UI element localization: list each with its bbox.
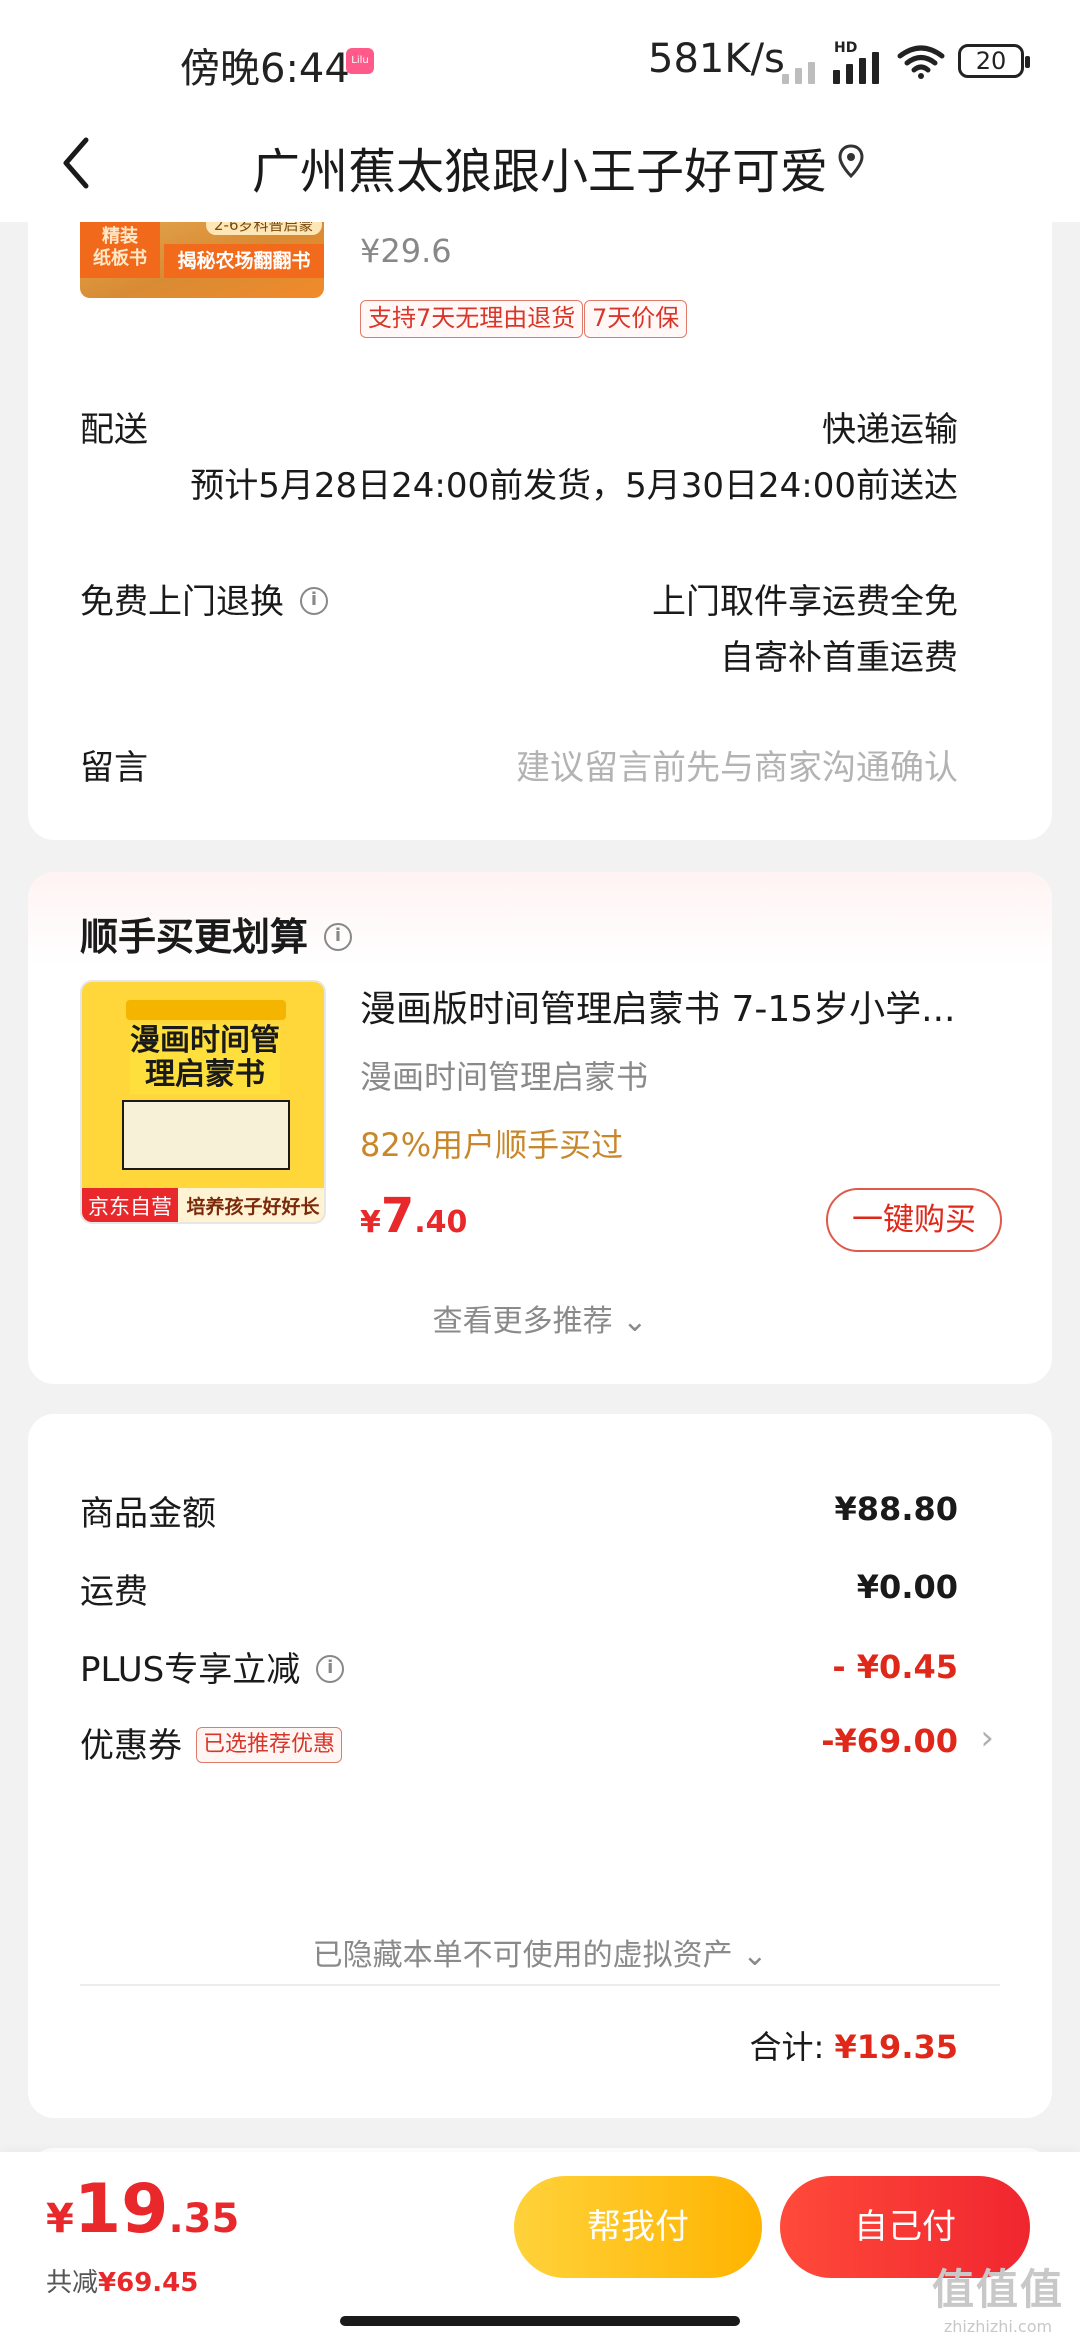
total-saved: 共减¥69.45 — [46, 2262, 198, 2299]
book-cover-illustration — [122, 1100, 290, 1170]
battery-level: 20 — [975, 47, 1007, 75]
delivery-method[interactable]: 快递运输 — [822, 402, 958, 451]
checkout-bar: ¥19.35 共减¥69.45 帮我付 自己付 — [0, 2152, 1080, 2340]
free-return-line1: 上门取件享运费全免 — [652, 582, 958, 622]
book-cover-band — [126, 1000, 286, 1020]
status-bar: 傍晚6:44 Lilu 581K/s HD 20 — [0, 0, 1080, 125]
delivery-estimate: 预计5月28日24:00前发货，5月30日24:00前送达 — [190, 466, 958, 506]
order-details-card: 精装 纸板书 2-6岁科普启蒙 揭秘农场翻翻书 ¥29.6 支持7天无理由退货 … — [28, 222, 1052, 840]
final-price-integer: 19 — [73, 2170, 169, 2249]
price-decimal: .40 — [414, 1205, 468, 1240]
final-price: ¥19.35 — [46, 2170, 239, 2249]
product-thumbnail[interactable]: 精装 纸板书 2-6岁科普启蒙 揭秘农场翻翻书 — [80, 222, 324, 298]
location-pin-icon[interactable] — [836, 142, 866, 182]
goods-amount-value: ¥88.80 — [834, 1490, 958, 1528]
recommend-product-image[interactable]: 漫画时间管理启蒙书 京东自营 培养孩子好好长大 — [80, 980, 326, 1224]
coupon-selected-tag: 已选推荐优惠 — [196, 1726, 343, 1763]
slogan-badge: 培养孩子好好长大 — [178, 1188, 324, 1222]
total-value: ¥19.35 — [834, 2028, 958, 2066]
info-icon[interactable]: i — [324, 922, 353, 951]
nav-bar: 广州蕉太狼跟小王子好可爱 — [0, 110, 1080, 222]
recommend-price: ¥7.40 — [360, 1188, 467, 1244]
recommend-title: 顺手买更划算 i — [80, 906, 353, 961]
return-policy-tag: 支持7天无理由退货 — [360, 300, 584, 338]
help-me-pay-button[interactable]: 帮我付 — [514, 2176, 762, 2278]
wifi-icon — [897, 45, 945, 79]
total-line: 合计: ¥19.35 — [750, 2022, 958, 2068]
recommend-product-subtitle: 漫画时间管理启蒙书 — [360, 1058, 649, 1096]
status-time: 傍晚6:44 — [180, 46, 350, 92]
watermark-site: zhizhizhi.com — [943, 2317, 1053, 2336]
total-label: 合计: — [749, 2028, 825, 2066]
product-price: ¥29.6 — [360, 232, 452, 270]
home-indicator[interactable] — [340, 2316, 740, 2326]
plus-discount-value: - ¥0.45 — [832, 1648, 958, 1686]
divider — [80, 1984, 1000, 1986]
thumb-title: 揭秘农场翻翻书 — [164, 244, 324, 278]
goods-amount-label: 商品金额 — [80, 1494, 216, 1534]
watermark-logo: 值值值 zhizhizhi.com — [932, 2256, 1064, 2336]
info-icon[interactable]: i — [316, 1654, 345, 1683]
final-price-currency: ¥ — [46, 2196, 74, 2242]
message-label: 留言 — [80, 748, 148, 788]
thumb-badge: 精装 纸板书 — [80, 222, 160, 278]
coupon-value[interactable]: -¥69.00 — [821, 1722, 958, 1760]
final-price-decimal: .35 — [168, 2196, 240, 2242]
plus-discount-row: PLUS专享立减 i — [80, 1642, 345, 1691]
free-return-line2: 自寄补首重运费 — [720, 638, 958, 678]
free-return-label: 免费上门退换 — [80, 582, 284, 622]
shipping-label: 运费 — [80, 1572, 148, 1612]
network-speed: 581K/s — [648, 36, 785, 82]
coupon-row[interactable]: 优惠券 已选推荐优惠 — [80, 1718, 343, 1767]
price-integer: 7 — [380, 1188, 415, 1244]
price-currency: ¥ — [360, 1205, 381, 1240]
total-saved-label: 共减 — [46, 2268, 99, 2298]
hidden-assets-toggle[interactable]: 已隐藏本单不可使用的虚拟资产 ⌄ — [28, 1930, 1052, 1974]
recommend-title-text: 顺手买更划算 — [80, 915, 309, 959]
battery-icon: 20 — [958, 44, 1030, 78]
price-protect-tag: 7天价保 — [584, 300, 688, 338]
more-recommendations-link[interactable]: 查看更多推荐 ⌄ — [28, 1296, 1052, 1340]
shipping-value: ¥0.00 — [856, 1568, 958, 1606]
message-input[interactable]: 建议留言前先与商家沟通确认 — [516, 740, 958, 789]
coupon-label: 优惠券 — [80, 1726, 182, 1766]
signal-icon — [782, 44, 879, 84]
watermark-text: 值值值 — [932, 2265, 1065, 2314]
page-title[interactable]: 广州蕉太狼跟小王子好可爱 — [0, 132, 1080, 202]
app-notification-icon: Lilu — [346, 48, 374, 74]
delivery-label: 配送 — [80, 410, 148, 450]
info-icon[interactable]: i — [300, 586, 328, 615]
chevron-right-icon[interactable]: › — [980, 1718, 994, 1758]
recommend-card: 顺手买更划算 i 漫画时间管理启蒙书 京东自营 培养孩子好好长大 漫画版时间管理启… — [28, 872, 1052, 1384]
recommend-popularity-note: 82%用户顺手买过 — [360, 1126, 624, 1164]
recommend-product-name[interactable]: 漫画版时间管理启蒙书 7-15岁小学... — [360, 980, 1020, 1032]
one-click-buy-button[interactable]: 一键购买 — [826, 1188, 1002, 1252]
plus-discount-label: PLUS专享立减 — [80, 1650, 301, 1690]
thumb-subtitle: 2-6岁科普启蒙 — [206, 222, 322, 235]
total-saved-value: ¥69.45 — [98, 2268, 199, 2298]
free-return-row: 免费上门退换 i — [80, 574, 328, 623]
book-cover-title: 漫画时间管理启蒙书 — [130, 1023, 280, 1094]
jd-self-operated-badge: 京东自营 — [82, 1188, 178, 1222]
price-summary-card: 商品金额 ¥88.80 运费 ¥0.00 PLUS专享立减 i - ¥0.45 优… — [28, 1414, 1052, 2118]
